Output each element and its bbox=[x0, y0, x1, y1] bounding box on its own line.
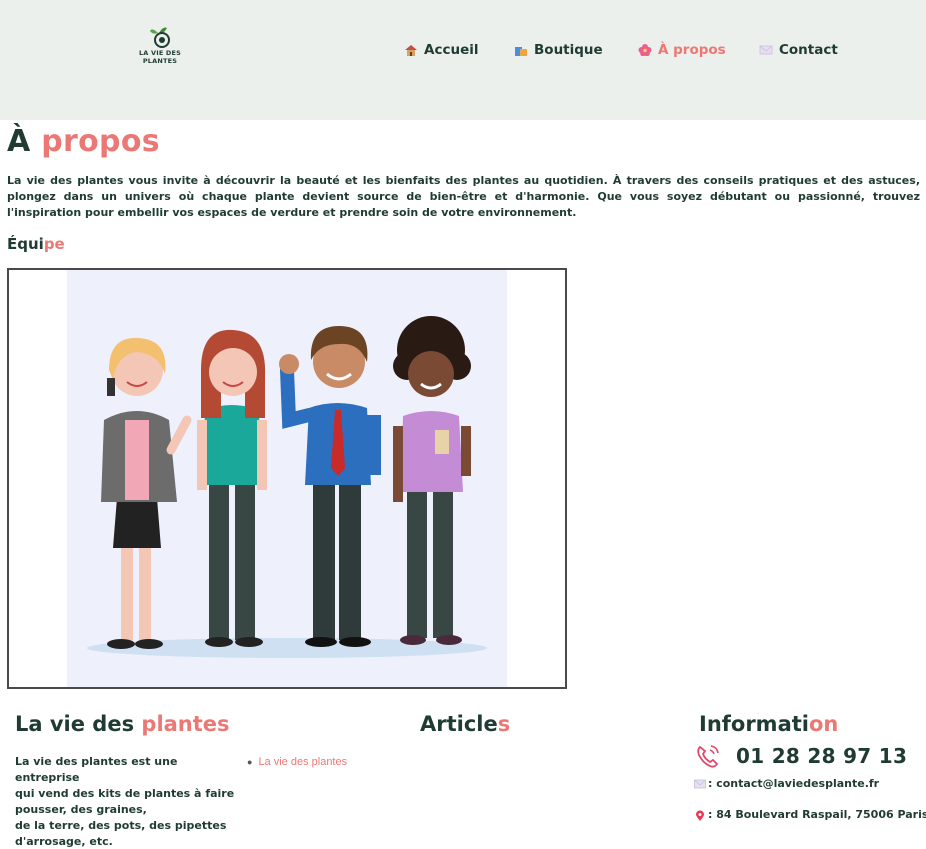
nav-contact[interactable]: Contact bbox=[759, 42, 838, 58]
team-illustration bbox=[7, 268, 567, 689]
footer-info-title-part1: Informati bbox=[699, 712, 809, 736]
footer-phone[interactable]: 01 28 28 97 13 bbox=[694, 742, 907, 770]
location-pin-icon bbox=[694, 810, 706, 821]
email-text: : contact@laviedesplante.fr bbox=[708, 777, 880, 790]
footer-about-line-3: pousser, des graines, bbox=[15, 803, 147, 816]
nav-contact-label: Contact bbox=[779, 42, 838, 58]
envelope-icon bbox=[694, 779, 706, 789]
footer-about-title-part2: plantes bbox=[141, 712, 230, 736]
intro-paragraph: La vie des plantes vous invite à découvr… bbox=[7, 174, 920, 219]
nav-a-propos[interactable]: À propos bbox=[638, 42, 726, 58]
main-nav: Accueil Boutique À propos Contact bbox=[0, 42, 926, 60]
shopping-bags-icon bbox=[514, 44, 528, 56]
nav-boutique[interactable]: Boutique bbox=[514, 42, 603, 58]
header: LA VIE DES PLANTES Accueil Boutique À pr… bbox=[0, 0, 926, 120]
footer-email[interactable]: : contact@laviedesplante.fr bbox=[694, 777, 879, 790]
page-title-part2: propos bbox=[41, 124, 160, 159]
nav-accueil[interactable]: Accueil bbox=[404, 42, 478, 58]
address-text: : 84 Boulevard Raspail, 75006 Paris bbox=[708, 808, 926, 821]
phone-ringing-icon bbox=[697, 745, 719, 768]
bullet-icon: ● bbox=[247, 757, 253, 767]
page-title-part1: À bbox=[7, 124, 31, 159]
article-link[interactable]: La vie des plantes bbox=[258, 756, 347, 768]
flower-icon bbox=[638, 44, 652, 57]
footer-about-line-4: de la terre, des pots, des pipettes bbox=[15, 819, 227, 832]
nav-boutique-label: Boutique bbox=[534, 42, 603, 58]
footer-address: : 84 Boulevard Raspail, 75006 Paris bbox=[694, 808, 926, 821]
footer-about-line-2: qui vend des kits de plantes à faire bbox=[15, 787, 235, 800]
footer-about-title-part1: La vie des bbox=[15, 712, 135, 736]
team-title: Équipe bbox=[7, 235, 65, 253]
footer-about-line-1: La vie des plantes est une entreprise bbox=[15, 755, 178, 784]
footer-about-line-5: d'arrosage, etc. bbox=[15, 835, 113, 848]
footer-articles-title-part1: Article bbox=[420, 712, 498, 736]
envelope-icon bbox=[759, 44, 773, 56]
footer-info-title-part2: on bbox=[808, 712, 839, 736]
footer-about-text: La vie des plantes est une entreprise qu… bbox=[15, 754, 235, 849]
list-item[interactable]: ● La vie des plantes bbox=[247, 756, 347, 768]
nav-a-propos-label: À propos bbox=[658, 42, 726, 58]
house-icon bbox=[404, 44, 418, 56]
footer-about-title: La vie des plantes bbox=[15, 712, 230, 736]
footer-info-title: Information bbox=[699, 712, 838, 736]
page-title: À propos bbox=[7, 124, 160, 159]
footer-articles-title: Articles bbox=[420, 712, 510, 736]
footer-articles-list: ● La vie des plantes bbox=[247, 756, 347, 768]
nav-accueil-label: Accueil bbox=[424, 42, 479, 58]
footer-articles-title-part2: s bbox=[497, 712, 511, 736]
team-title-part1: Équi bbox=[7, 235, 44, 253]
phone-number: 01 28 28 97 13 bbox=[736, 744, 908, 768]
team-title-part2: pe bbox=[43, 235, 65, 253]
